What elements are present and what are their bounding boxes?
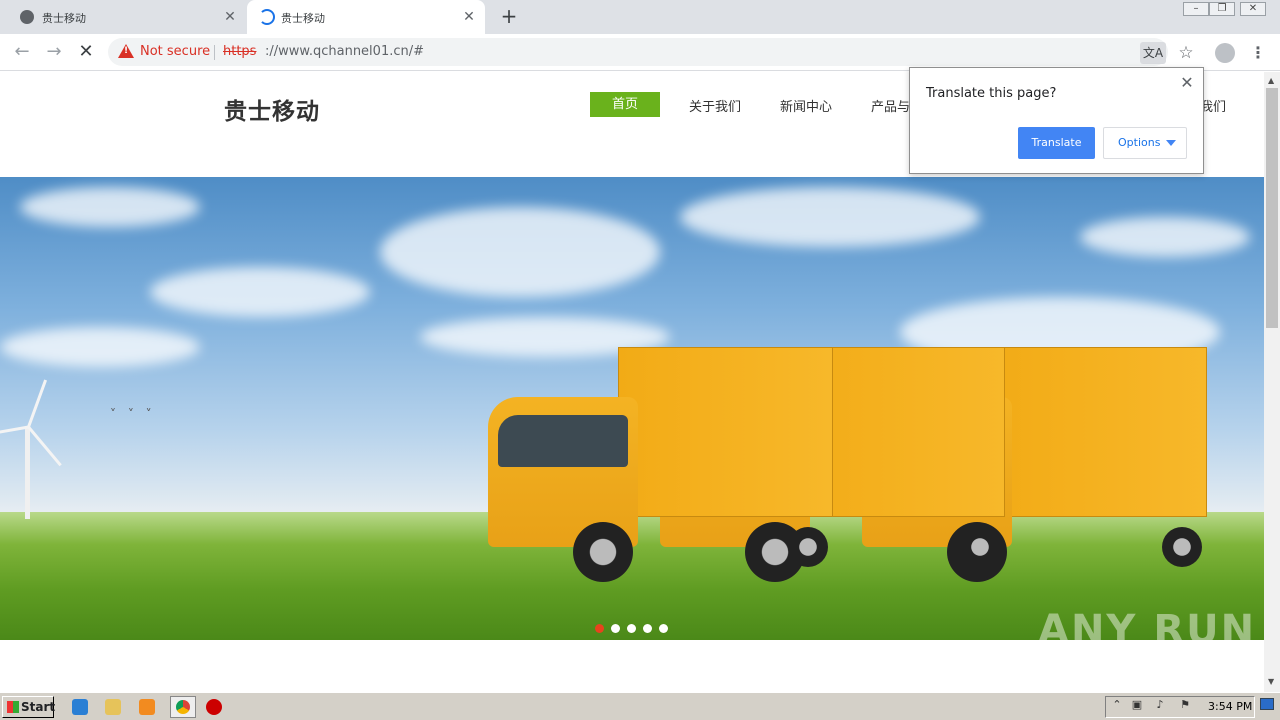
site-logo[interactable]: 贵士移动 bbox=[224, 92, 320, 126]
browser-tab-active[interactable]: 贵士移动 ✕ bbox=[247, 0, 485, 34]
cloud bbox=[380, 207, 660, 297]
nav-item-news[interactable]: 新闻中心 bbox=[780, 96, 832, 115]
chevron-down-icon bbox=[1166, 140, 1176, 146]
birds-graphic: ˅ ˅ ˅ bbox=[110, 407, 156, 421]
windows-logo-icon bbox=[7, 701, 19, 713]
chrome-icon bbox=[176, 700, 190, 714]
scrollbar-thumb[interactable] bbox=[1266, 88, 1278, 328]
cloud bbox=[680, 187, 980, 247]
divider bbox=[214, 45, 215, 60]
new-tab-button[interactable]: + bbox=[497, 5, 521, 29]
opera-icon[interactable] bbox=[206, 699, 222, 715]
network-icon[interactable]: ▣ bbox=[1130, 698, 1144, 712]
browser-toolbar: ← → ✕ ! Not secure https ://www.qchannel… bbox=[0, 34, 1280, 71]
translate-dialog: Translate this page? ✕ Translate Options bbox=[909, 67, 1204, 174]
menu-kebab-icon[interactable]: ⋮ bbox=[1248, 41, 1268, 65]
wind-turbine bbox=[25, 427, 30, 519]
action-center-flag-icon[interactable]: ⚑ bbox=[1178, 698, 1192, 712]
nav-item-home[interactable]: 首页 bbox=[590, 92, 660, 117]
profile-avatar-icon[interactable] bbox=[1215, 43, 1235, 63]
show-desktop-icon[interactable] bbox=[1260, 698, 1274, 710]
folder-icon[interactable] bbox=[105, 699, 121, 715]
globe-icon bbox=[20, 10, 34, 24]
scroll-up-arrow-icon[interactable]: ▲ bbox=[1268, 76, 1274, 85]
cloud bbox=[0, 327, 200, 367]
browser-tab[interactable]: 贵士移动 ✕ bbox=[8, 0, 246, 34]
minimize-button[interactable]: – bbox=[1183, 2, 1209, 16]
nav-item-products[interactable]: 产品与 bbox=[871, 96, 910, 115]
forward-arrow-icon[interactable]: → bbox=[42, 41, 66, 65]
url-scheme: https bbox=[223, 44, 257, 59]
stop-loading-icon[interactable]: ✕ bbox=[74, 41, 98, 65]
start-button[interactable]: Start bbox=[2, 696, 56, 718]
tray-expand-icon[interactable]: ⌃ bbox=[1110, 698, 1124, 712]
url-text: ://www.qchannel01.cn/# bbox=[265, 44, 425, 59]
watermark: ANY RUN bbox=[1038, 607, 1257, 653]
scroll-down-arrow-icon[interactable]: ▼ bbox=[1268, 677, 1274, 686]
slider-dot-active[interactable] bbox=[595, 624, 604, 633]
options-label: Options bbox=[1118, 136, 1161, 149]
turbine-blade bbox=[27, 426, 62, 467]
translate-button[interactable]: Translate bbox=[1018, 127, 1095, 159]
cloud bbox=[1080, 217, 1250, 257]
media-player-icon[interactable] bbox=[139, 699, 155, 715]
chrome-taskbar-button[interactable] bbox=[170, 696, 196, 718]
slider-dot[interactable] bbox=[643, 624, 652, 633]
tab-close-icon[interactable]: ✕ bbox=[220, 7, 240, 27]
tab-close-icon[interactable]: ✕ bbox=[459, 7, 479, 27]
security-label[interactable]: Not secure bbox=[140, 44, 210, 59]
translate-icon[interactable]: 文A bbox=[1140, 42, 1166, 64]
back-arrow-icon[interactable]: ← bbox=[10, 41, 34, 65]
slider-dot[interactable] bbox=[611, 624, 620, 633]
warning-icon: ! bbox=[118, 44, 134, 58]
hero-banner[interactable]: ˅ ˅ ˅ bbox=[0, 177, 1264, 640]
start-label: Start bbox=[21, 700, 56, 714]
close-window-button[interactable]: ✕ bbox=[1240, 2, 1266, 16]
address-bar[interactable]: ! Not secure https ://www.qchannel01.cn/… bbox=[108, 38, 1168, 66]
slider-dot[interactable] bbox=[659, 624, 668, 633]
internet-explorer-icon[interactable] bbox=[72, 699, 88, 715]
tab-title: 贵士移动 bbox=[42, 12, 86, 25]
cloud bbox=[20, 187, 200, 227]
restore-button[interactable]: ❐ bbox=[1209, 2, 1235, 16]
page-scrollbar[interactable]: ▲ ▼ bbox=[1264, 72, 1280, 692]
close-icon[interactable]: ✕ bbox=[1178, 74, 1196, 92]
windows-taskbar: Start ⌃ ▣ ♪ ⚑ 3:54 PM bbox=[0, 692, 1280, 720]
volume-icon[interactable]: ♪ bbox=[1153, 698, 1167, 712]
bookmark-star-icon[interactable]: ☆ bbox=[1174, 41, 1198, 65]
tab-strip: 贵士移动 ✕ 贵士移动 ✕ + – ❐ ✕ bbox=[0, 0, 1280, 34]
cloud bbox=[150, 267, 370, 317]
nav-item-about[interactable]: 关于我们 bbox=[689, 96, 741, 115]
tab-title: 贵士移动 bbox=[281, 12, 325, 25]
clock[interactable]: 3:54 PM bbox=[1208, 700, 1252, 713]
truck-graphic bbox=[488, 347, 838, 597]
options-button[interactable]: Options bbox=[1103, 127, 1187, 159]
loading-spinner-icon bbox=[259, 9, 275, 25]
dialog-title: Translate this page? bbox=[926, 86, 1057, 101]
slider-dot[interactable] bbox=[627, 624, 636, 633]
turbine-blade bbox=[27, 379, 48, 428]
